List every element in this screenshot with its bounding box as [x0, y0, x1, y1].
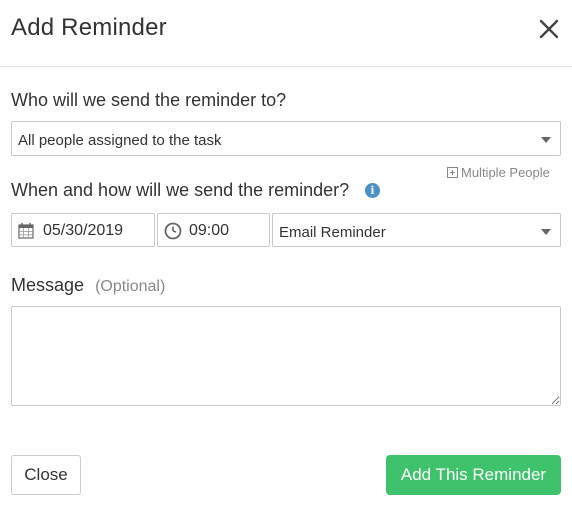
close-icon[interactable] [536, 16, 562, 42]
time-field[interactable]: 09:00 [157, 213, 270, 247]
reminder-method-value: Email Reminder [279, 224, 386, 241]
clock-icon [164, 222, 182, 240]
dialog-title: Add Reminder [11, 14, 167, 41]
reminder-method-select[interactable]: Email Reminder [272, 213, 561, 247]
recipient-question: Who will we send the reminder to? [11, 90, 287, 110]
recipient-select[interactable]: All people assigned to the task [11, 121, 561, 156]
chevron-down-icon [541, 229, 551, 235]
info-icon[interactable]: i [365, 183, 380, 198]
dialog-header: Add Reminder [0, 0, 572, 67]
message-label: Message [11, 275, 85, 295]
recipient-select-value: All people assigned to the task [18, 132, 222, 149]
add-reminder-button[interactable]: Add This Reminder [386, 455, 561, 495]
multiple-people-link[interactable]: Multiple People [447, 165, 550, 180]
multiple-people-label: Multiple People [461, 165, 550, 180]
time-value: 09:00 [189, 222, 230, 239]
date-value: 05/30/2019 [43, 222, 124, 239]
message-textarea[interactable] [11, 306, 561, 406]
plus-square-icon [447, 167, 458, 178]
close-button[interactable]: Close [11, 455, 81, 495]
calendar-icon [18, 223, 34, 239]
add-reminder-dialog: Add Reminder Who will we send the remind… [0, 0, 572, 508]
chevron-down-icon [541, 137, 551, 143]
optional-hint: (Optional) [95, 278, 166, 295]
message-label-row: Message (Optional) [11, 275, 165, 296]
date-field[interactable]: 05/30/2019 [11, 213, 155, 247]
schedule-question: When and how will we send the reminder? [11, 180, 350, 200]
